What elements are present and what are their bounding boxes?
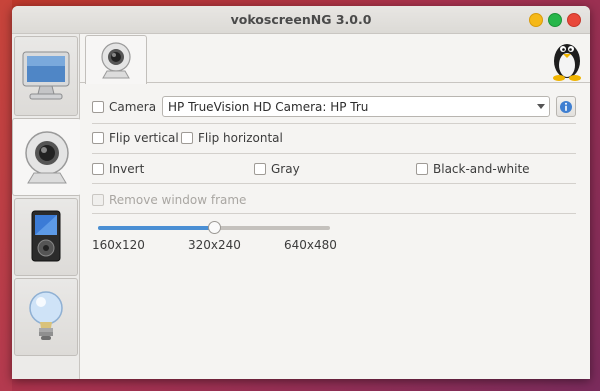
webcam-icon	[101, 42, 131, 79]
title-bar[interactable]: vokoscreenNG 3.0.0	[12, 6, 590, 34]
camera-device-value: HP TrueVision HD Camera: HP Tru	[168, 99, 369, 114]
flip-vertical-option[interactable]: Flip vertical	[92, 131, 179, 145]
resolution-slider[interactable]	[98, 221, 330, 234]
camera-label: Camera	[109, 100, 157, 114]
flip-vertical-label: Flip vertical	[109, 131, 179, 145]
camera-info-button[interactable]	[556, 96, 576, 117]
gray-checkbox[interactable]	[254, 163, 266, 175]
invert-label: Invert	[109, 162, 145, 176]
desktop-background	[0, 0, 12, 391]
resolution-slider-handle[interactable]	[208, 221, 221, 234]
invert-checkbox[interactable]	[92, 163, 104, 175]
tab-camera[interactable]	[12, 118, 81, 196]
window-title: vokoscreenNG 3.0.0	[230, 12, 372, 27]
camera-select-row: Camera	[92, 100, 156, 114]
resolution-label-160x120: 160x120	[92, 238, 145, 252]
resolution-slider-fill	[98, 226, 214, 230]
app-window: vokoscreenNG 3.0.0 Camera HP TrueVision …	[12, 6, 590, 379]
camera-settings-area: Camera HP TrueVision HD Camera: HP Tru F…	[80, 34, 590, 379]
info-icon	[560, 100, 572, 113]
remove-window-frame-option: Remove window frame	[92, 193, 246, 207]
monitor-icon	[22, 51, 70, 100]
invert-option[interactable]: Invert	[92, 162, 144, 176]
flip-horizontal-checkbox[interactable]	[181, 132, 193, 144]
black-and-white-label: Black-and-white	[433, 162, 530, 176]
remove-window-frame-label: Remove window frame	[109, 193, 247, 207]
flip-horizontal-option[interactable]: Flip horizontal	[181, 131, 283, 145]
tab-player[interactable]	[14, 198, 78, 276]
window-controls	[529, 13, 581, 27]
tux-penguin-icon	[553, 44, 581, 81]
webcam-icon	[25, 131, 69, 184]
resolution-label-640x480: 640x480	[284, 238, 337, 252]
side-tab-bar	[12, 34, 81, 379]
camera-checkbox[interactable]	[92, 101, 104, 113]
camera-tab-bar	[80, 34, 590, 84]
flip-vertical-checkbox[interactable]	[92, 132, 104, 144]
media-player-icon	[31, 210, 61, 262]
chevron-down-icon	[537, 104, 545, 109]
gray-option[interactable]: Gray	[254, 162, 300, 176]
gray-label: Gray	[271, 162, 300, 176]
black-and-white-option[interactable]: Black-and-white	[416, 162, 530, 176]
minimize-button[interactable]	[529, 13, 543, 27]
maximize-button[interactable]	[548, 13, 562, 27]
divider	[92, 213, 576, 214]
black-and-white-checkbox[interactable]	[416, 163, 428, 175]
divider	[92, 123, 576, 124]
remove-window-frame-checkbox[interactable]	[92, 194, 104, 206]
tab-screencast[interactable]	[14, 36, 78, 116]
divider	[92, 183, 576, 184]
divider	[92, 153, 576, 154]
close-button[interactable]	[567, 13, 581, 27]
lightbulb-icon	[29, 291, 63, 340]
tab-about[interactable]	[14, 278, 78, 356]
flip-horizontal-label: Flip horizontal	[198, 131, 283, 145]
resolution-label-320x240: 320x240	[188, 238, 241, 252]
tab-camera-settings[interactable]	[85, 35, 147, 84]
camera-device-select[interactable]: HP TrueVision HD Camera: HP Tru	[162, 96, 550, 117]
